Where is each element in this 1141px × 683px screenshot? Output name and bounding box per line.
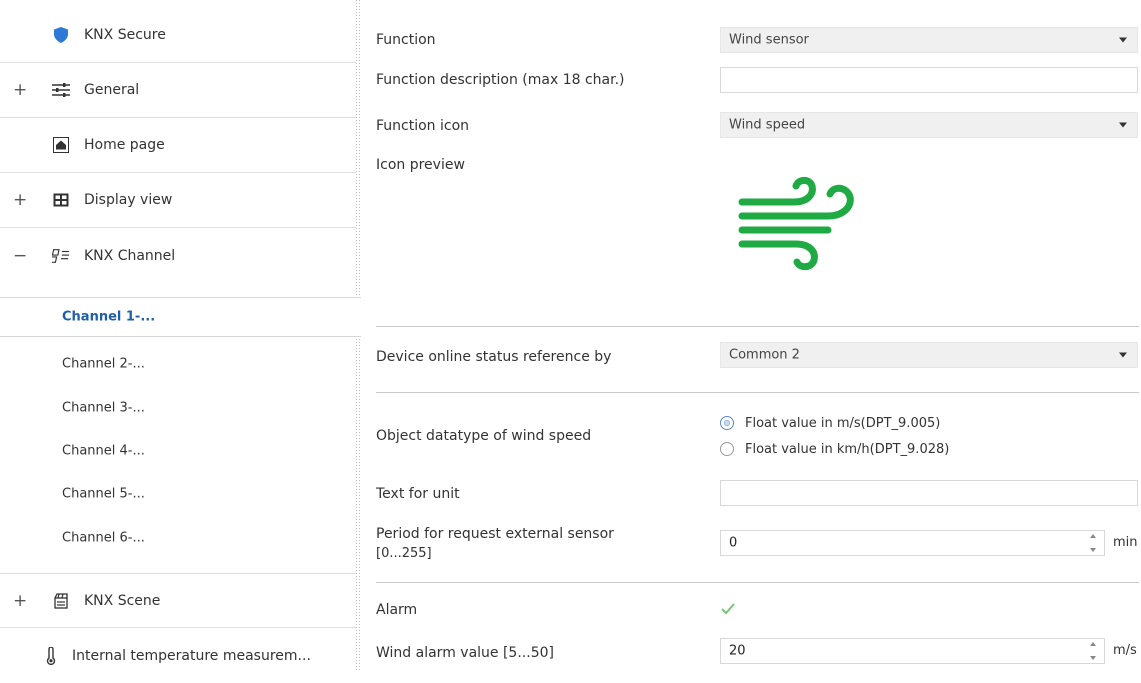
function-description-input[interactable] — [720, 67, 1138, 93]
chevron-down-icon — [1119, 352, 1127, 358]
channel-label: Channel 5-... — [62, 486, 145, 502]
wind-alarm-unit: m/s — [1113, 643, 1137, 658]
channel-label: Channel 1-... — [62, 309, 156, 325]
function-dropdown[interactable]: Wind sensor — [720, 27, 1138, 53]
collapse-icon[interactable]: − — [13, 246, 27, 266]
grid-icon — [52, 191, 70, 209]
sidebar-item-knx-channel[interactable]: − KNX Channel — [0, 228, 356, 283]
spin-arrows-icon[interactable] — [1089, 642, 1097, 660]
sidebar-item-display-view[interactable]: + Display view — [0, 173, 356, 228]
period-value: 0 — [729, 535, 738, 551]
alarm-label: Alarm — [376, 602, 418, 618]
sidebar: KNX Secure + General Home page + Display… — [0, 0, 361, 671]
alarm-checkbox[interactable] — [720, 601, 736, 617]
thermometer-icon — [42, 646, 60, 665]
expand-icon[interactable]: + — [13, 80, 27, 100]
function-icon-dropdown[interactable]: Wind speed — [720, 112, 1138, 138]
sidebar-item-label: Display view — [84, 192, 173, 208]
sidebar-item-channel-1[interactable]: Channel 1-... — [0, 297, 361, 337]
sidebar-item-channel-4[interactable]: Channel 4-... — [0, 431, 356, 471]
shield-icon — [52, 26, 70, 44]
sidebar-item-label: General — [84, 82, 140, 98]
datatype-option-kmh[interactable]: Float value in km/h(DPT_9.028) — [720, 438, 949, 460]
unit-text-input[interactable] — [720, 480, 1138, 506]
sidebar-item-channel-2[interactable]: Channel 2-... — [0, 344, 356, 384]
expand-icon[interactable]: + — [13, 190, 27, 210]
section-divider — [376, 326, 1139, 327]
wind-icon — [736, 176, 856, 281]
period-stepper[interactable]: 0 — [720, 530, 1105, 556]
function-value: Wind sensor — [729, 32, 809, 48]
datatype-option-ms[interactable]: Float value in m/s(DPT_9.005) — [720, 412, 940, 434]
sidebar-item-knx-scene[interactable]: + KNX Scene — [0, 573, 356, 628]
function-icon-value: Wind speed — [729, 117, 806, 133]
channel-label: Channel 4-... — [62, 443, 145, 459]
sidebar-item-channel-6[interactable]: Channel 6-... — [0, 518, 356, 558]
sidebar-item-label: Home page — [84, 137, 165, 153]
sidebar-item-home-page[interactable]: Home page — [0, 118, 356, 173]
sidebar-item-knx-secure[interactable]: KNX Secure — [0, 8, 356, 63]
sidebar-item-label: KNX Channel — [84, 247, 176, 264]
wind-alarm-label: Wind alarm value [5...50] — [376, 645, 554, 661]
sidebar-item-general[interactable]: + General — [0, 63, 356, 118]
sidebar-item-label: KNX Secure — [84, 27, 166, 43]
period-label-line1: Period for request external sensor — [376, 526, 614, 542]
channel-icon — [52, 247, 70, 265]
radio-label: Float value in km/h(DPT_9.028) — [745, 441, 950, 457]
period-unit: min — [1113, 535, 1138, 550]
sidebar-item-channel-3[interactable]: Channel 3-... — [0, 388, 356, 428]
spin-arrows-icon[interactable] — [1089, 534, 1097, 552]
scene-icon — [52, 592, 70, 610]
icon-preview-label: Icon preview — [376, 157, 465, 173]
chevron-down-icon — [1119, 122, 1127, 128]
radio-label: Float value in m/s(DPT_9.005) — [745, 415, 941, 431]
datatype-label: Object datatype of wind speed — [376, 428, 592, 444]
channel-label: Channel 3-... — [62, 400, 145, 416]
section-divider — [376, 392, 1139, 393]
function-description-label: Function description (max 18 char.) — [376, 72, 625, 88]
channel-label: Channel 6-... — [62, 530, 145, 546]
online-status-dropdown[interactable]: Common 2 — [720, 342, 1138, 368]
wind-alarm-stepper[interactable]: 20 — [720, 638, 1105, 664]
chevron-down-icon — [1119, 37, 1127, 43]
home-icon — [52, 136, 70, 154]
sidebar-item-channel-5[interactable]: Channel 5-... — [0, 474, 356, 514]
function-label: Function — [376, 32, 436, 48]
period-label-line2: [0...255] — [376, 546, 432, 561]
unit-text-label: Text for unit — [376, 486, 460, 502]
check-icon — [721, 603, 735, 615]
sidebar-item-label: Internal temperature measurem... — [72, 647, 311, 664]
expand-icon[interactable]: + — [13, 591, 27, 611]
wind-alarm-value: 20 — [729, 643, 746, 659]
online-status-label: Device online status reference by — [376, 349, 612, 365]
sidebar-item-label: KNX Scene — [84, 592, 161, 609]
channel-label: Channel 2-... — [62, 356, 145, 372]
sidebar-item-internal-temperature[interactable]: Internal temperature measurem... — [0, 628, 356, 683]
sliders-icon — [52, 81, 70, 99]
parameter-panel: Function Wind sensor Function descriptio… — [361, 0, 1141, 671]
radio-button[interactable] — [720, 442, 734, 456]
section-divider — [376, 582, 1139, 583]
online-status-value: Common 2 — [729, 347, 800, 363]
function-icon-label: Function icon — [376, 118, 470, 134]
radio-button-checked[interactable] — [720, 416, 734, 430]
